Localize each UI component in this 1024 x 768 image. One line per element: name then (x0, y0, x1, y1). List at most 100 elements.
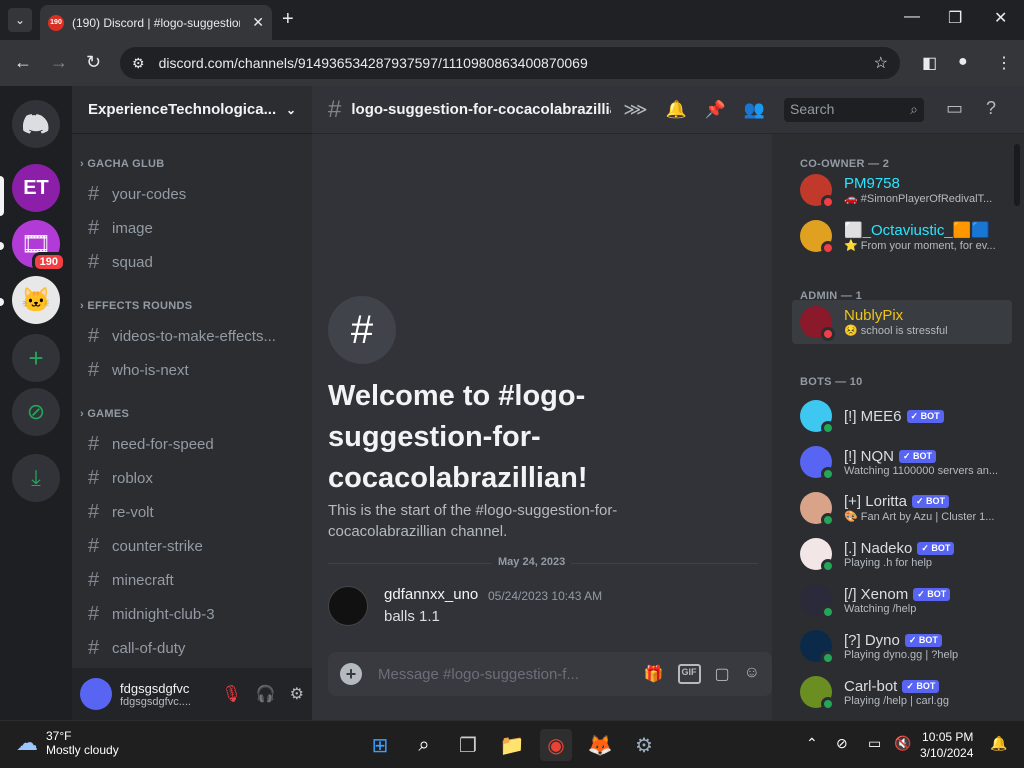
minimize-icon[interactable]: — (904, 8, 920, 26)
weather-temp: 37°F (46, 729, 72, 743)
volume-muted-icon[interactable]: 🔇 (894, 735, 911, 752)
pin-icon[interactable]: 📌 (705, 100, 726, 120)
system-clock[interactable]: 10:05 PM 3/10/2024 (920, 729, 973, 761)
forward-icon[interactable]: → (50, 52, 68, 73)
task-view-icon[interactable]: ❐ (452, 729, 484, 761)
member-item[interactable]: [/] Xenom ✓ BOT Watching /help (792, 578, 1012, 622)
settings-icon[interactable]: ⚙ (628, 729, 660, 761)
user-info[interactable]: fdgsgsdgfvc fdgsgsdgfvc.... (120, 681, 191, 708)
threads-icon[interactable]: ⋙ (623, 100, 647, 120)
channel-videos-to-make-effects[interactable]: # videos-to-make-effects... (88, 320, 304, 352)
category-effects-rounds[interactable]: › EFFECTS ROUNDS (80, 300, 192, 312)
settings-gear-icon[interactable]: ⚙ (290, 684, 304, 704)
site-info-icon[interactable]: ⚙ (132, 55, 145, 72)
channel-image[interactable]: # image (88, 212, 304, 244)
bookmark-star-icon[interactable]: ☆ (874, 53, 888, 73)
category-games[interactable]: › GAMES (80, 408, 129, 420)
member-item[interactable]: ⬜_Octaviustic_🟧🟦 ⭐ From your moment, for … (792, 214, 1012, 258)
channel-counter-strike[interactable]: # counter-strike (88, 530, 304, 562)
member-item[interactable]: [!] NQN ✓ BOT Watching 1100000 servers an.… (792, 440, 1012, 484)
display-icon[interactable]: ▭ (868, 735, 881, 752)
username: fdgsgsdgfvc (120, 680, 190, 696)
reload-icon[interactable]: ↻ (86, 52, 101, 73)
member-status: 😣 school is stressful (844, 325, 948, 337)
member-avatar (800, 400, 835, 435)
member-item[interactable]: [!] MEE6 ✓ BOT (792, 394, 1012, 438)
member-item[interactable]: [?] Dyno ✓ BOT Playing dyno.gg | ?help (792, 624, 1012, 668)
channel-re-volt[interactable]: # re-volt (88, 496, 304, 528)
message-username[interactable]: gdfannxx_uno (384, 586, 478, 603)
address-bar[interactable]: ⚙ discord.com/channels/91493653428793759… (120, 47, 900, 79)
weather-widget[interactable]: ☁ 37°F Mostly cloudy (16, 729, 119, 757)
server-film[interactable]: 🎞 190 (12, 220, 66, 272)
member-item[interactable]: PM9758 🚗 #SimonPlayerOfRedivalT... (792, 168, 1012, 212)
explore-compass-icon[interactable]: ⊘ (12, 388, 60, 436)
start-windows-icon[interactable]: ⊞ (364, 729, 396, 761)
close-window-icon[interactable]: ✕ (994, 8, 1007, 28)
notification-bell-icon[interactable]: 🔔 (666, 100, 687, 120)
member-name: [+] Loritta (844, 493, 907, 510)
inbox-icon[interactable]: ▭ (946, 98, 963, 119)
message-input[interactable]: Message #logo-suggestion-f... (378, 666, 588, 683)
restore-icon[interactable]: ❐ (948, 8, 962, 28)
side-panel-icon[interactable]: ◧ (922, 53, 937, 73)
channel-minecraft[interactable]: # minecraft (88, 564, 304, 596)
server-header[interactable]: ExperienceTechnologica... ⌄ (72, 86, 312, 134)
bot-badge: ✓ BOT (917, 541, 955, 555)
search-input[interactable]: Search ⌕ (784, 98, 924, 122)
back-icon[interactable]: ← (14, 52, 32, 73)
member-avatar (800, 220, 835, 255)
channel-need-for-speed[interactable]: # need-for-speed (88, 428, 304, 460)
member-name: PM9758 (844, 175, 900, 192)
server-cat[interactable]: 🐱 (12, 276, 60, 324)
channel-midnight-club-3[interactable]: # midnight-club-3 (88, 598, 304, 630)
channel-squad[interactable]: # squad (88, 246, 304, 278)
menu-icon[interactable]: ⋮ (996, 53, 1012, 73)
add-server-button[interactable]: + (12, 334, 60, 382)
headphones-icon[interactable]: 🎧 (256, 684, 276, 704)
message-avatar[interactable] (328, 586, 368, 626)
sticker-icon[interactable]: ▢ (715, 664, 730, 684)
gift-icon[interactable]: 🎁 (644, 664, 664, 684)
channel-title: logo-suggestion-for-cocacolabrazillian (351, 101, 612, 118)
download-apps-icon[interactable]: ⤓ (12, 454, 60, 502)
channel-your-codes[interactable]: # your-codes (88, 178, 304, 210)
help-icon[interactable]: ? (986, 98, 996, 119)
message-composer[interactable]: + Message #logo-suggestion-f... 🎁 GIF ▢ … (328, 652, 772, 696)
close-tab-icon[interactable]: ✕ (252, 14, 264, 31)
member-list-icon[interactable]: 👥 (744, 100, 765, 120)
gif-icon[interactable]: GIF (677, 664, 701, 684)
member-item[interactable]: [+] Loritta ✓ BOT 🎨 Fan Art by Azu | Clust… (792, 486, 1012, 530)
member-item[interactable]: NublyPix 😣 school is stressful (792, 300, 1012, 344)
channel-call-of-duty[interactable]: # call-of-duty (88, 632, 304, 664)
avatar[interactable] (80, 678, 112, 710)
tab-search-button[interactable]: ⌄ (8, 8, 32, 32)
file-explorer-icon[interactable]: 📁 (496, 729, 528, 761)
mic-muted-icon[interactable]: 🎙 (221, 684, 241, 704)
member-item[interactable]: Carl-bot ✓ BOT Playing /help | carl.gg (792, 670, 1012, 714)
new-tab-button[interactable]: + (282, 9, 294, 29)
emoji-icon[interactable]: ☺ (744, 664, 760, 684)
browser-tab[interactable]: 190 (190) Discord | #logo-suggestion-for… (40, 5, 272, 40)
member-item[interactable]: [.] Nadeko ✓ BOT Playing .h for help (792, 532, 1012, 576)
search-icon[interactable]: ⌕ (408, 729, 440, 761)
channel-roblox[interactable]: # roblox (88, 462, 304, 494)
category-gacha-glub[interactable]: › GACHA GLUB (80, 158, 164, 170)
discord-home-button[interactable] (12, 100, 60, 148)
network-off-icon[interactable]: ⊘ (836, 735, 848, 752)
server-et[interactable]: ET (12, 164, 60, 212)
firefox-icon[interactable]: 🦊 (584, 729, 616, 761)
chrome-icon[interactable]: ◉ (540, 729, 572, 761)
channel-who-is-next[interactable]: # who-is-next (88, 354, 304, 386)
online-status-icon (821, 605, 835, 619)
member-name: [/] Xenom (844, 585, 909, 603)
message-timestamp: 05/24/2023 10:43 AM (488, 589, 603, 603)
member-status: Playing .h for help (844, 556, 933, 569)
show-hidden-icons-icon[interactable]: ⌃ (806, 735, 818, 752)
notification-bell-icon[interactable]: 🔔 (990, 735, 1007, 752)
attach-plus-icon[interactable]: + (340, 663, 362, 685)
discord-favicon-icon: 190 (48, 14, 64, 31)
member-list-scrollbar[interactable] (1014, 144, 1020, 206)
member-name: [!] MEE6 (844, 407, 902, 425)
profile-icon[interactable]: ● (958, 53, 968, 71)
